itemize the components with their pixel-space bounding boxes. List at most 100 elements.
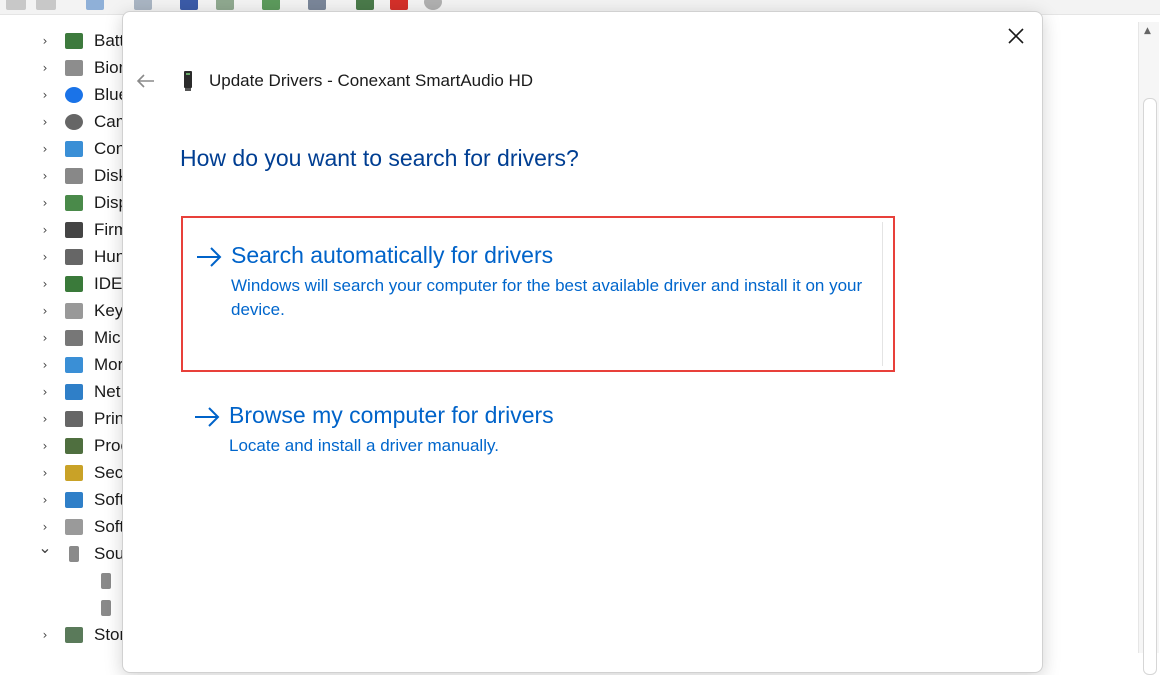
- tree-item[interactable]: › Mic: [0, 325, 130, 352]
- close-icon: [1008, 28, 1024, 44]
- help-icon[interactable]: [134, 0, 152, 10]
- chevron-down-icon[interactable]: ⌄: [38, 540, 52, 556]
- chevron-right-icon[interactable]: ›: [38, 223, 52, 237]
- tree-item-label: Con: [94, 139, 126, 158]
- tree-item[interactable]: › Stor: [0, 622, 130, 649]
- tree-item-label: Net: [94, 382, 121, 401]
- right-arrow-icon: [197, 247, 222, 267]
- tree-item[interactable]: › Net: [0, 379, 130, 406]
- chevron-right-icon[interactable]: ›: [38, 493, 52, 507]
- chevron-right-icon[interactable]: ›: [38, 34, 52, 48]
- tree-item[interactable]: [0, 568, 130, 595]
- mouse-icon: [64, 329, 84, 347]
- audio-device-icon: [184, 71, 192, 91]
- right-arrow-icon: [195, 407, 220, 427]
- storage-controller-icon: [64, 626, 84, 644]
- chevron-right-icon[interactable]: ›: [38, 385, 52, 399]
- tree-item[interactable]: › Batt: [0, 28, 130, 55]
- chevron-right-icon[interactable]: ›: [38, 88, 52, 102]
- divider: [882, 222, 883, 366]
- scroll-up-icon[interactable]: ▲: [1144, 26, 1151, 36]
- software-device-icon: [64, 518, 84, 536]
- back-arrow-icon: [136, 74, 154, 88]
- tree-item[interactable]: › Soft: [0, 514, 130, 541]
- firmware-icon: [64, 221, 84, 239]
- uninstall-icon[interactable]: [390, 0, 408, 10]
- chevron-right-icon[interactable]: ›: [38, 250, 52, 264]
- chevron-right-icon[interactable]: ›: [38, 358, 52, 372]
- download-icon[interactable]: [424, 0, 442, 10]
- printer-icon: [64, 410, 84, 428]
- tree-item[interactable]: › Cam: [0, 109, 130, 136]
- tree-item[interactable]: › Secu: [0, 460, 133, 487]
- chevron-right-icon[interactable]: ›: [38, 520, 52, 534]
- device-tree: › Batt › Biom › Blue › Cam › Con › Disk › Disp › Firm › H…: [0, 14, 133, 653]
- processor-icon: [64, 437, 84, 455]
- tree-item[interactable]: › Con: [0, 136, 130, 163]
- tree-item[interactable]: › Soft: [0, 487, 130, 514]
- page-heading: How do you want to search for drivers?: [180, 145, 579, 171]
- tree-item-label: Hun: [94, 247, 126, 266]
- tree-item[interactable]: › Key: [0, 298, 130, 325]
- tree-item[interactable]: › Firm: [0, 217, 130, 244]
- browse-computer-option[interactable]: Browse my computer for drivers Locate an…: [181, 392, 891, 462]
- chevron-right-icon[interactable]: ›: [38, 61, 52, 75]
- fingerprint-icon: [64, 59, 84, 77]
- disk-drive-icon: [64, 167, 84, 185]
- tree-item-label: Soft: [94, 517, 125, 536]
- tree-item[interactable]: ⌄ Sou: [0, 540, 130, 568]
- monitor-icon: [64, 356, 84, 374]
- chevron-right-icon[interactable]: ›: [38, 169, 52, 183]
- tree-item[interactable]: › Disk: [0, 163, 130, 190]
- chevron-right-icon[interactable]: ›: [38, 439, 52, 453]
- chevron-right-icon[interactable]: ›: [38, 628, 52, 642]
- tree-item[interactable]: › Biom: [0, 55, 133, 82]
- vertical-scrollbar[interactable]: ▲: [1138, 22, 1159, 675]
- option-title: Search automatically for drivers: [231, 242, 554, 268]
- update-driver-icon[interactable]: [262, 0, 280, 10]
- network-adapter-icon: [64, 383, 84, 401]
- tree-item[interactable]: › Mor: [0, 352, 130, 379]
- tree-item[interactable]: › Disp: [0, 190, 130, 217]
- close-button[interactable]: [1000, 22, 1032, 50]
- battery-icon: [64, 32, 84, 50]
- chevron-right-icon[interactable]: ›: [38, 412, 52, 426]
- tree-item-label: Prin: [94, 409, 125, 428]
- forward-arrow-icon[interactable]: [36, 0, 56, 10]
- tree-item-label: Mic: [94, 328, 121, 347]
- view-icon[interactable]: [180, 0, 198, 10]
- tree-item-label: Sou: [94, 544, 125, 563]
- security-device-icon: [64, 464, 84, 482]
- chevron-right-icon[interactable]: ›: [38, 196, 52, 210]
- tree-item-label: Batt: [94, 31, 125, 50]
- tree-item-label: Mor: [94, 355, 124, 374]
- option-description: Locate and install a driver manually.: [229, 436, 499, 455]
- scan-icon[interactable]: [216, 0, 234, 10]
- keyboard-icon: [64, 302, 84, 320]
- chevron-right-icon[interactable]: ›: [38, 466, 52, 480]
- tree-item[interactable]: › Prin: [0, 406, 130, 433]
- back-button[interactable]: [133, 70, 159, 92]
- tree-item-label: Key: [94, 301, 124, 320]
- properties-icon[interactable]: [86, 0, 104, 10]
- camera-icon: [64, 113, 84, 131]
- ide-controller-icon: [64, 275, 84, 293]
- tree-item[interactable]: › Hun: [0, 244, 130, 271]
- chevron-right-icon[interactable]: ›: [38, 142, 52, 156]
- chevron-right-icon[interactable]: ›: [38, 331, 52, 345]
- search-automatically-option[interactable]: Search automatically for drivers Windows…: [181, 216, 895, 372]
- disable-icon[interactable]: [356, 0, 374, 10]
- chevron-right-icon[interactable]: ›: [38, 115, 52, 129]
- update-drivers-dialog: Update Drivers - Conexant SmartAudio HD …: [122, 11, 1043, 673]
- tree-item[interactable]: [0, 595, 130, 622]
- tree-item-label: Soft: [94, 490, 125, 509]
- tree-item[interactable]: › Proc: [0, 433, 130, 460]
- scroll-thumb[interactable]: [1143, 98, 1157, 675]
- software-component-icon: [64, 491, 84, 509]
- tree-item[interactable]: › Blue: [0, 82, 130, 109]
- rollback-icon[interactable]: [308, 0, 326, 10]
- back-arrow-icon[interactable]: [6, 0, 26, 10]
- chevron-right-icon[interactable]: ›: [38, 277, 52, 291]
- tree-item[interactable]: › IDE: [0, 271, 130, 298]
- chevron-right-icon[interactable]: ›: [38, 304, 52, 318]
